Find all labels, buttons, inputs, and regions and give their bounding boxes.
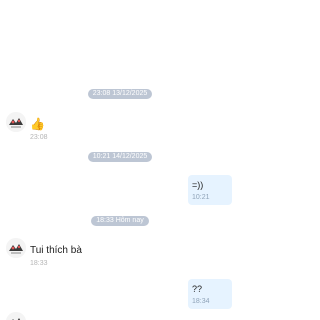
message-time: 18:34 bbox=[192, 298, 210, 305]
date-divider: 23:08 13/12/2025 bbox=[0, 88, 240, 100]
date-divider-label: 10:21 14/12/2025 bbox=[87, 152, 153, 162]
date-divider: 10:21 14/12/2025 bbox=[0, 151, 240, 163]
thumbs-up-icon: 👍 bbox=[30, 117, 45, 131]
avatar[interactable] bbox=[6, 112, 26, 132]
message-time: 18:33 bbox=[30, 260, 48, 267]
avatar-image bbox=[6, 112, 26, 132]
avatar-image bbox=[6, 312, 26, 320]
date-divider-label: 18:33 Hôm nay bbox=[91, 216, 149, 226]
message-text: Tui thích bà bbox=[30, 245, 82, 256]
date-divider-label: 23:08 13/12/2025 bbox=[87, 89, 153, 99]
message-text: ?? bbox=[192, 284, 203, 294]
incoming-message[interactable]: Tui thích bà 18:33 bbox=[30, 244, 82, 268]
clipped-previous-message bbox=[32, 0, 48, 2]
message-time: 10:21 bbox=[192, 194, 210, 201]
avatar[interactable] bbox=[6, 312, 26, 320]
incoming-message[interactable]: 👍 23:08 bbox=[30, 117, 48, 142]
outgoing-message[interactable]: =)) 10:21 bbox=[188, 175, 232, 205]
message-time: 23:08 bbox=[30, 134, 48, 141]
chat-screen: 23:08 13/12/2025 👍 23:08 10:21 14/12/202… bbox=[0, 0, 240, 320]
avatar-image bbox=[6, 238, 26, 258]
message-text: =)) bbox=[192, 180, 204, 190]
date-divider: 18:33 Hôm nay bbox=[0, 215, 240, 227]
outgoing-message[interactable]: ?? 18:34 bbox=[188, 279, 232, 309]
avatar[interactable] bbox=[6, 238, 26, 258]
